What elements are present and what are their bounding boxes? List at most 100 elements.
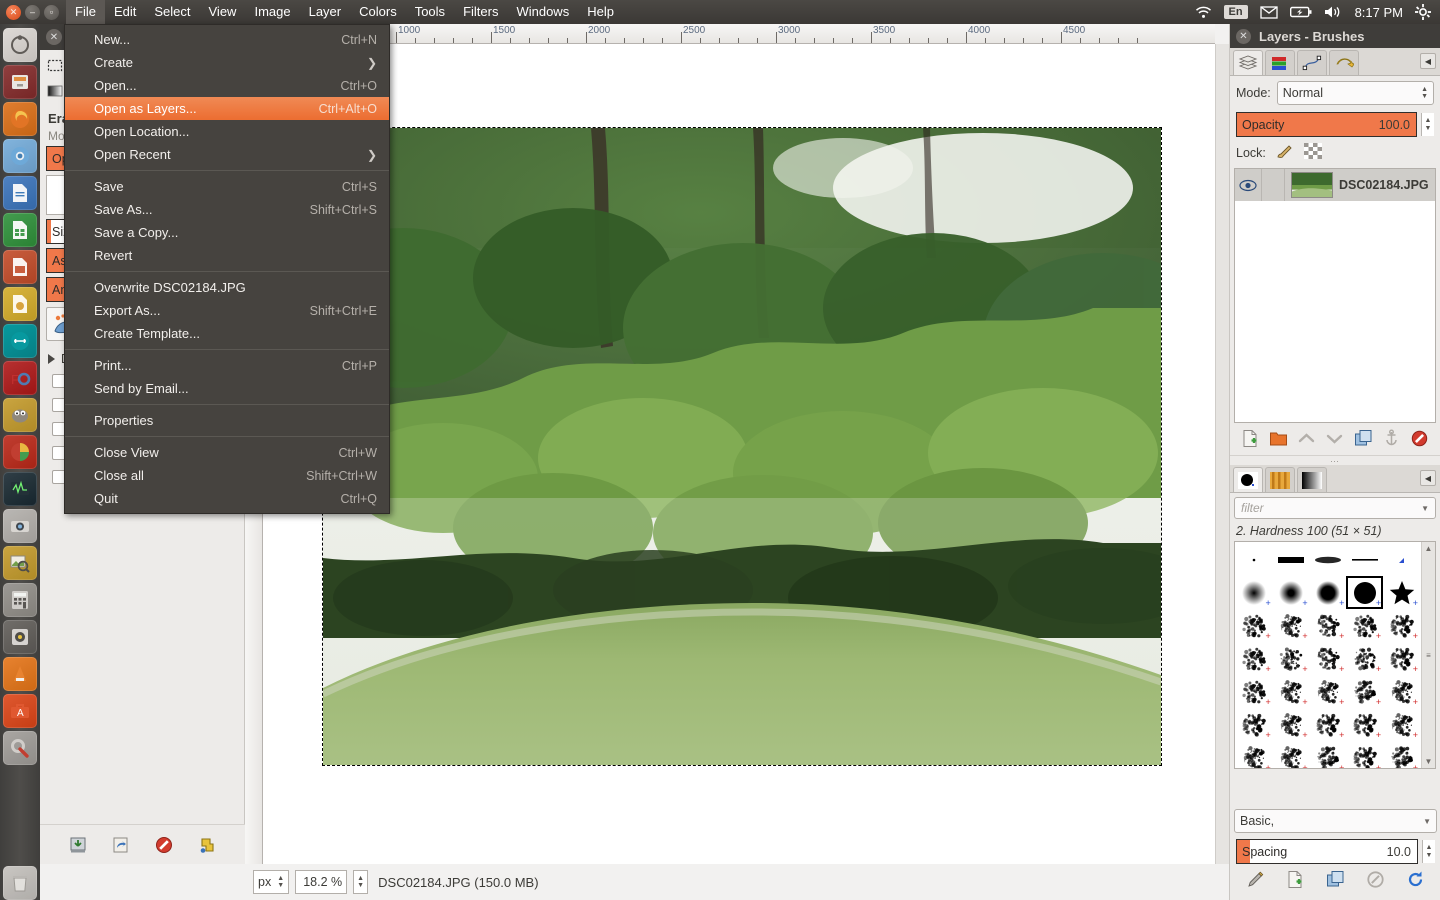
duplicate-layer-icon[interactable] xyxy=(1354,429,1373,451)
brush-cell[interactable]: + xyxy=(1236,609,1273,642)
brush-cell[interactable]: + xyxy=(1346,741,1383,768)
brush-cell[interactable]: + xyxy=(1310,642,1347,675)
brush-cell[interactable]: + xyxy=(1383,741,1420,768)
launcher-item-toolbox-app[interactable]: A xyxy=(3,694,37,728)
brush-cell[interactable]: + xyxy=(1236,708,1273,741)
brush-cell[interactable]: + xyxy=(1236,741,1273,768)
menu-windows[interactable]: Windows xyxy=(507,0,578,24)
menu-view[interactable]: View xyxy=(200,0,246,24)
launcher-item-firefox[interactable] xyxy=(3,102,37,136)
volume-icon[interactable] xyxy=(1324,5,1343,19)
brush-cell[interactable] xyxy=(1346,543,1383,576)
brush-cell[interactable]: + xyxy=(1236,576,1273,609)
menu-filters[interactable]: Filters xyxy=(454,0,507,24)
lower-layer-icon[interactable] xyxy=(1325,429,1344,451)
anchor-layer-icon[interactable] xyxy=(1382,429,1401,451)
brush-cell[interactable]: + xyxy=(1346,642,1383,675)
brush-cell[interactable]: + xyxy=(1273,708,1310,741)
menu-item-create[interactable]: Create ❯ xyxy=(65,51,389,74)
menu-file[interactable]: File xyxy=(66,0,105,24)
lock-alpha-checker-icon[interactable] xyxy=(1303,143,1322,162)
menu-edit[interactable]: Edit xyxy=(105,0,145,24)
menu-item-open[interactable]: Open... Ctrl+O xyxy=(65,74,389,97)
menu-item-quit[interactable]: Quit Ctrl+Q xyxy=(65,487,389,510)
refresh-brushes-icon[interactable] xyxy=(1406,870,1425,892)
horizontal-ruler[interactable]: 50010001500200025003000350040004500 xyxy=(263,24,1215,44)
brush-filter-input[interactable]: filter ▼ xyxy=(1234,497,1436,519)
menu-item-revert[interactable]: Revert xyxy=(65,244,389,267)
canvas-vertical-scrollbar[interactable] xyxy=(1215,44,1229,864)
brush-spacing-slider[interactable]: Spacing 10.0 xyxy=(1236,839,1418,864)
brush-cell[interactable]: + xyxy=(1383,576,1420,609)
launcher-item-libreoffice-draw[interactable] xyxy=(3,287,37,321)
keyboard-layout-indicator[interactable]: En xyxy=(1223,5,1248,19)
launcher-item-freecad[interactable]: F xyxy=(3,361,37,395)
undo-history-tab-icon[interactable] xyxy=(1329,50,1359,75)
menu-help[interactable]: Help xyxy=(578,0,623,24)
menu-item-overwrite-dsc02184-jpg[interactable]: Overwrite DSC02184.JPG xyxy=(65,276,389,299)
brush-cell[interactable]: + xyxy=(1310,609,1347,642)
brush-grid[interactable]: + + + + + + + + + + + + + + + + + + + + + + + + + + + + + + xyxy=(1235,542,1421,768)
scroll-thumb[interactable]: ≡ xyxy=(1426,651,1431,660)
layer-opacity-stepper[interactable]: ▲ ▼ xyxy=(1421,113,1434,136)
launcher-item-vlc[interactable] xyxy=(3,657,37,691)
launcher-item-libreoffice-impress[interactable] xyxy=(3,250,37,284)
brush-cell[interactable]: + xyxy=(1346,609,1383,642)
minimize-window-button[interactable]: – xyxy=(25,4,40,20)
launcher-item-camera-app[interactable] xyxy=(3,509,37,543)
delete-brush-icon[interactable] xyxy=(1366,870,1385,892)
launcher-item-system-monitor[interactable] xyxy=(3,472,37,506)
close-icon[interactable]: ✕ xyxy=(1236,28,1251,44)
brush-tag-combo[interactable]: Basic, ▼ xyxy=(1234,809,1437,833)
mail-icon[interactable] xyxy=(1259,5,1278,19)
menu-layer[interactable]: Layer xyxy=(300,0,351,24)
new-brush-icon[interactable] xyxy=(1286,870,1305,892)
brush-cell[interactable] xyxy=(1273,543,1310,576)
edit-brush-icon[interactable] xyxy=(1246,870,1265,892)
menu-item-create-template[interactable]: Create Template... xyxy=(65,322,389,345)
dock-splitter-handle[interactable]: ⋯ xyxy=(1230,456,1440,466)
brush-cell[interactable]: + xyxy=(1346,708,1383,741)
menu-item-export-as[interactable]: Export As... Shift+Ctrl+E xyxy=(65,299,389,322)
launcher-item-pie-chart-app[interactable] xyxy=(3,435,37,469)
launcher-item-chromium[interactable] xyxy=(3,139,37,173)
menu-item-properties[interactable]: Properties xyxy=(65,409,389,432)
scroll-up-icon[interactable]: ▲ xyxy=(1425,544,1433,553)
raise-layer-icon[interactable] xyxy=(1297,429,1316,451)
duplicate-brush-icon[interactable] xyxy=(1326,870,1345,892)
brush-cell[interactable] xyxy=(1236,543,1273,576)
brush-cell[interactable]: + xyxy=(1273,609,1310,642)
new-layer-group-icon[interactable] xyxy=(1269,429,1288,451)
brush-cell[interactable]: + xyxy=(1273,642,1310,675)
brush-cell[interactable]: + xyxy=(1346,576,1384,609)
brush-cell[interactable]: + xyxy=(1310,675,1347,708)
layer-mode-combo[interactable]: Normal ▲ ▼ xyxy=(1276,81,1434,105)
delete-layer-icon[interactable] xyxy=(1410,429,1429,451)
brush-cell[interactable]: + xyxy=(1383,642,1420,675)
save-tool-options-icon[interactable] xyxy=(67,834,89,856)
menu-tools[interactable]: Tools xyxy=(406,0,454,24)
brush-cell[interactable]: + xyxy=(1273,675,1310,708)
launcher-item-gimp[interactable] xyxy=(3,398,37,432)
brush-cell[interactable]: + xyxy=(1273,741,1310,768)
canvas-viewport[interactable] xyxy=(263,44,1215,864)
chevron-down-icon[interactable]: ▼ xyxy=(1421,504,1429,513)
brush-cell[interactable]: + xyxy=(1383,708,1420,741)
restore-tool-options-icon[interactable] xyxy=(110,834,132,856)
launcher-item-arduino[interactable] xyxy=(3,324,37,358)
unit-selector[interactable]: px ▲ ▼ xyxy=(253,870,290,894)
menu-item-close-all[interactable]: Close all Shift+Ctrl+W xyxy=(65,464,389,487)
paths-tab-icon[interactable] xyxy=(1297,50,1327,75)
brush-cell[interactable]: + xyxy=(1273,576,1310,609)
launcher-item-files-nautilus[interactable] xyxy=(3,65,37,99)
brush-cell[interactable]: + xyxy=(1383,675,1420,708)
brush-cell[interactable]: + xyxy=(1346,675,1383,708)
gradients-tab-icon[interactable] xyxy=(1297,467,1327,492)
launcher-item-libreoffice-calc[interactable] xyxy=(3,213,37,247)
launcher-item-ubuntu-dash[interactable] xyxy=(3,28,37,62)
menu-image[interactable]: Image xyxy=(245,0,299,24)
maximize-window-button[interactable]: ▫ xyxy=(44,4,59,20)
image-canvas[interactable] xyxy=(322,127,1162,766)
brush-cell[interactable]: + xyxy=(1310,708,1347,741)
menu-item-save[interactable]: Save Ctrl+S xyxy=(65,175,389,198)
